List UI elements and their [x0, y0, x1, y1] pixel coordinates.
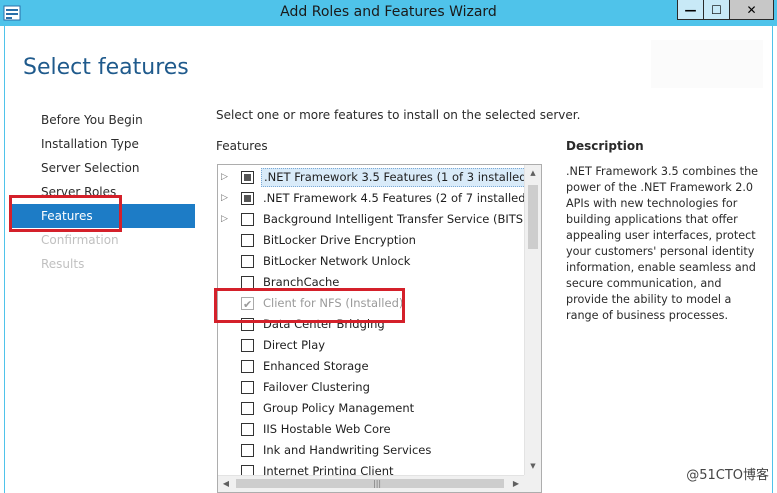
nav-item-features[interactable]: Features — [11, 204, 195, 228]
feature-row[interactable]: Direct Play — [218, 335, 524, 356]
feature-row[interactable]: IIS Hostable Web Core — [218, 419, 524, 440]
expand-arrow-icon[interactable]: ▷ — [221, 188, 231, 209]
scroll-down-icon[interactable]: ▼ — [525, 458, 541, 475]
feature-label: Ink and Handwriting Services — [263, 443, 432, 457]
wizard-nav: Before You Begin Installation Type Server … — [11, 108, 195, 276]
horizontal-scrollbar[interactable]: ◀ ||| ▶ — [218, 475, 524, 492]
scroll-corner — [524, 475, 541, 492]
vertical-scrollbar[interactable]: ▲ ▼ — [524, 165, 541, 475]
nav-item-results: Results — [41, 257, 85, 271]
scroll-left-icon[interactable]: ◀ — [218, 476, 234, 492]
window-title: Add Roles and Features Wizard — [280, 4, 497, 20]
title-bar: Add Roles and Features Wizard — ☐ ✕ — [0, 0, 777, 26]
minimize-button[interactable]: — — [677, 0, 704, 20]
feature-label: BranchCache — [263, 275, 340, 289]
feature-row[interactable]: Group Policy Management — [218, 398, 524, 419]
description-text: .NET Framework 3.5 combines the power of… — [566, 165, 759, 322]
window-controls: — ☐ ✕ — [677, 0, 774, 20]
feature-label: Direct Play — [263, 338, 326, 352]
feature-label: Failover Clustering — [263, 380, 370, 394]
instruction-text: Select one or more features to install o… — [216, 108, 581, 122]
feature-row[interactable]: Failover Clustering — [218, 377, 524, 398]
feature-label: .NET Framework 3.5 Features (1 of 3 inst… — [261, 168, 535, 187]
feature-row[interactable]: ▷ .NET Framework 4.5 Features (2 of 7 ins… — [218, 188, 530, 209]
nav-item-confirmation: Confirmation — [41, 233, 119, 247]
feature-label: Client for NFS (Installed) — [263, 296, 404, 310]
close-button[interactable]: ✕ — [729, 0, 774, 20]
feature-label: Group Policy Management — [263, 401, 415, 415]
maximize-button[interactable]: ☐ — [703, 0, 730, 20]
feature-row[interactable]: Client for NFS (Installed) — [218, 293, 524, 315]
feature-label: .NET Framework 4.5 Features (2 of 7 inst… — [263, 191, 531, 205]
feature-row[interactable]: Ink and Handwriting Services — [218, 440, 524, 461]
nav-item-server-selection[interactable]: Server Selection — [11, 156, 195, 180]
description-header: Description — [566, 139, 644, 153]
feature-checkbox[interactable] — [241, 234, 254, 247]
scroll-up-icon[interactable]: ▲ — [525, 165, 541, 182]
feature-label: IIS Hostable Web Core — [263, 422, 391, 436]
nav-item-server-roles[interactable]: Server Roles — [11, 180, 195, 204]
features-rows: ▷ .NET Framework 3.5 Features (1 of 3 ins… — [218, 167, 535, 482]
destination-server-panel — [651, 40, 763, 88]
feature-row[interactable]: BitLocker Network Unlock — [218, 251, 524, 272]
feature-row[interactable]: BranchCache — [218, 272, 524, 293]
feature-checkbox[interactable] — [241, 213, 254, 226]
close-icon: ✕ — [746, 2, 757, 17]
feature-checkbox[interactable] — [241, 171, 254, 184]
feature-checkbox[interactable] — [241, 276, 254, 289]
minimize-icon: — — [684, 2, 697, 17]
grip-icon: ||| — [373, 479, 382, 488]
watermark: @51CTO博客 — [686, 468, 769, 483]
feature-label: Enhanced Storage — [263, 359, 369, 373]
feature-label: BitLocker Network Unlock — [263, 254, 411, 268]
feature-label: Data Center Bridging — [263, 317, 385, 331]
feature-row[interactable]: Data Center Bridging — [218, 314, 524, 335]
page-title: Select features — [23, 55, 189, 80]
feature-checkbox[interactable] — [241, 360, 254, 373]
feature-checkbox[interactable] — [241, 318, 254, 331]
feature-checkbox[interactable] — [241, 381, 254, 394]
nav-item-before-you-begin[interactable]: Before You Begin — [11, 108, 195, 132]
feature-row[interactable]: Enhanced Storage — [218, 356, 524, 377]
feature-checkbox[interactable] — [241, 444, 254, 457]
features-list[interactable]: ▷ .NET Framework 3.5 Features (1 of 3 ins… — [217, 164, 542, 493]
feature-label: BitLocker Drive Encryption — [263, 233, 416, 247]
feature-checkbox — [241, 294, 254, 315]
features-header: Features — [216, 139, 268, 153]
feature-checkbox[interactable] — [241, 255, 254, 268]
vertical-scroll-thumb[interactable] — [528, 185, 538, 249]
feature-checkbox[interactable] — [241, 423, 254, 436]
nav-item-installation-type[interactable]: Installation Type — [11, 132, 195, 156]
feature-row[interactable]: ▷ .NET Framework 3.5 Features (1 of 3 ins… — [218, 167, 535, 188]
feature-row[interactable]: BitLocker Drive Encryption — [218, 230, 524, 251]
feature-label: Background Intelligent Transfer Service … — [263, 212, 528, 226]
wizard-body: Select features Before You Begin Installa… — [4, 26, 773, 493]
feature-row[interactable]: ▷ Background Intelligent Transfer Service… — [218, 209, 528, 230]
feature-checkbox[interactable] — [241, 192, 254, 205]
maximize-icon: ☐ — [711, 2, 722, 17]
feature-checkbox[interactable] — [241, 402, 254, 415]
scroll-right-icon[interactable]: ▶ — [508, 476, 524, 492]
expand-arrow-icon[interactable]: ▷ — [221, 209, 231, 230]
feature-checkbox[interactable] — [241, 339, 254, 352]
horizontal-scroll-thumb[interactable]: ||| — [236, 479, 504, 488]
expand-arrow-icon[interactable]: ▷ — [221, 167, 231, 188]
